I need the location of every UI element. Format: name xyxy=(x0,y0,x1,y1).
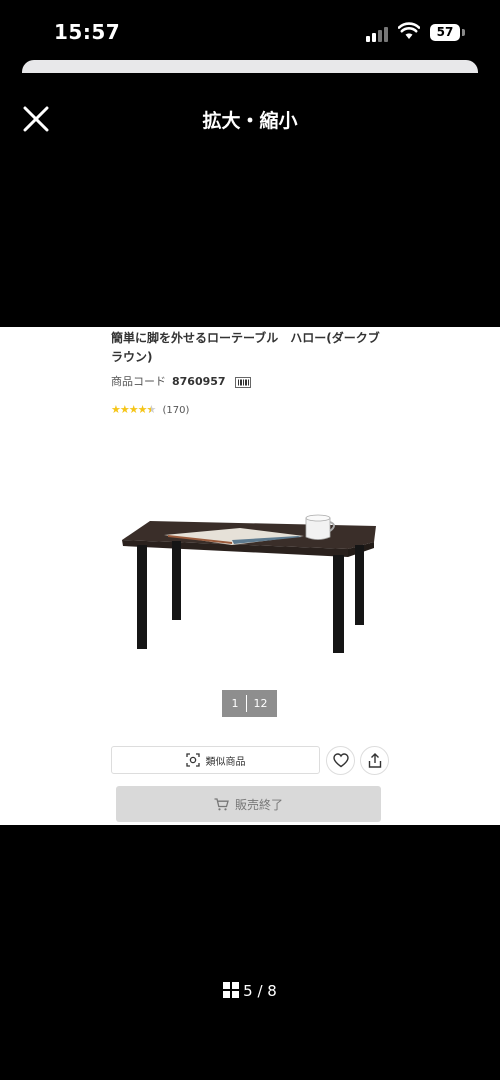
grid-icon xyxy=(223,982,240,998)
similar-products-button[interactable]: 類似商品 xyxy=(111,746,320,774)
sold-out-button: 販売終了 xyxy=(116,786,381,822)
product-code-value: 8760957 xyxy=(172,375,226,388)
share-icon xyxy=(368,753,381,768)
review-count: (170) xyxy=(162,405,190,416)
heart-icon xyxy=(332,753,349,768)
battery-tip xyxy=(462,29,465,36)
product-image[interactable] xyxy=(120,507,380,657)
star-rating: ★★★★★★ xyxy=(111,403,156,416)
gallery-counter[interactable]: 5 / 8 xyxy=(0,982,500,1000)
page-title: 拡大・縮小 xyxy=(202,110,298,132)
similar-search-icon xyxy=(185,753,200,767)
image-pager: 1 12 xyxy=(222,690,277,717)
status-time: 15:57 xyxy=(54,20,121,44)
pager-current: 1 xyxy=(231,697,239,710)
share-button[interactable] xyxy=(360,746,389,775)
similar-products-label: 類似商品 xyxy=(205,756,246,768)
wifi-icon xyxy=(398,22,420,39)
product-code-row: 商品コード 8760957 xyxy=(111,373,252,389)
cart-icon xyxy=(214,797,229,810)
pager-total: 12 xyxy=(253,697,268,710)
status-bar: 15:57 57 xyxy=(0,0,500,60)
sold-out-label: 販売終了 xyxy=(234,797,283,812)
product-code-label: 商品コード xyxy=(111,375,166,388)
rating-row[interactable]: ★★★★★★ (170) xyxy=(111,403,189,416)
gallery-counter-text: 5 / 8 xyxy=(243,982,277,1000)
barcode-icon xyxy=(235,376,252,388)
favorite-button[interactable] xyxy=(326,746,355,775)
battery-icon: 57 xyxy=(430,24,460,41)
signal-icon xyxy=(366,26,390,42)
product-title: 簡単に脚を外せるローテーブル ハロー(ダークブラウン) xyxy=(111,331,380,364)
zoomed-product-view[interactable]: 簡単に脚を外せるローテーブル ハロー(ダークブラウン) 商品コード 8760957… xyxy=(0,327,500,825)
